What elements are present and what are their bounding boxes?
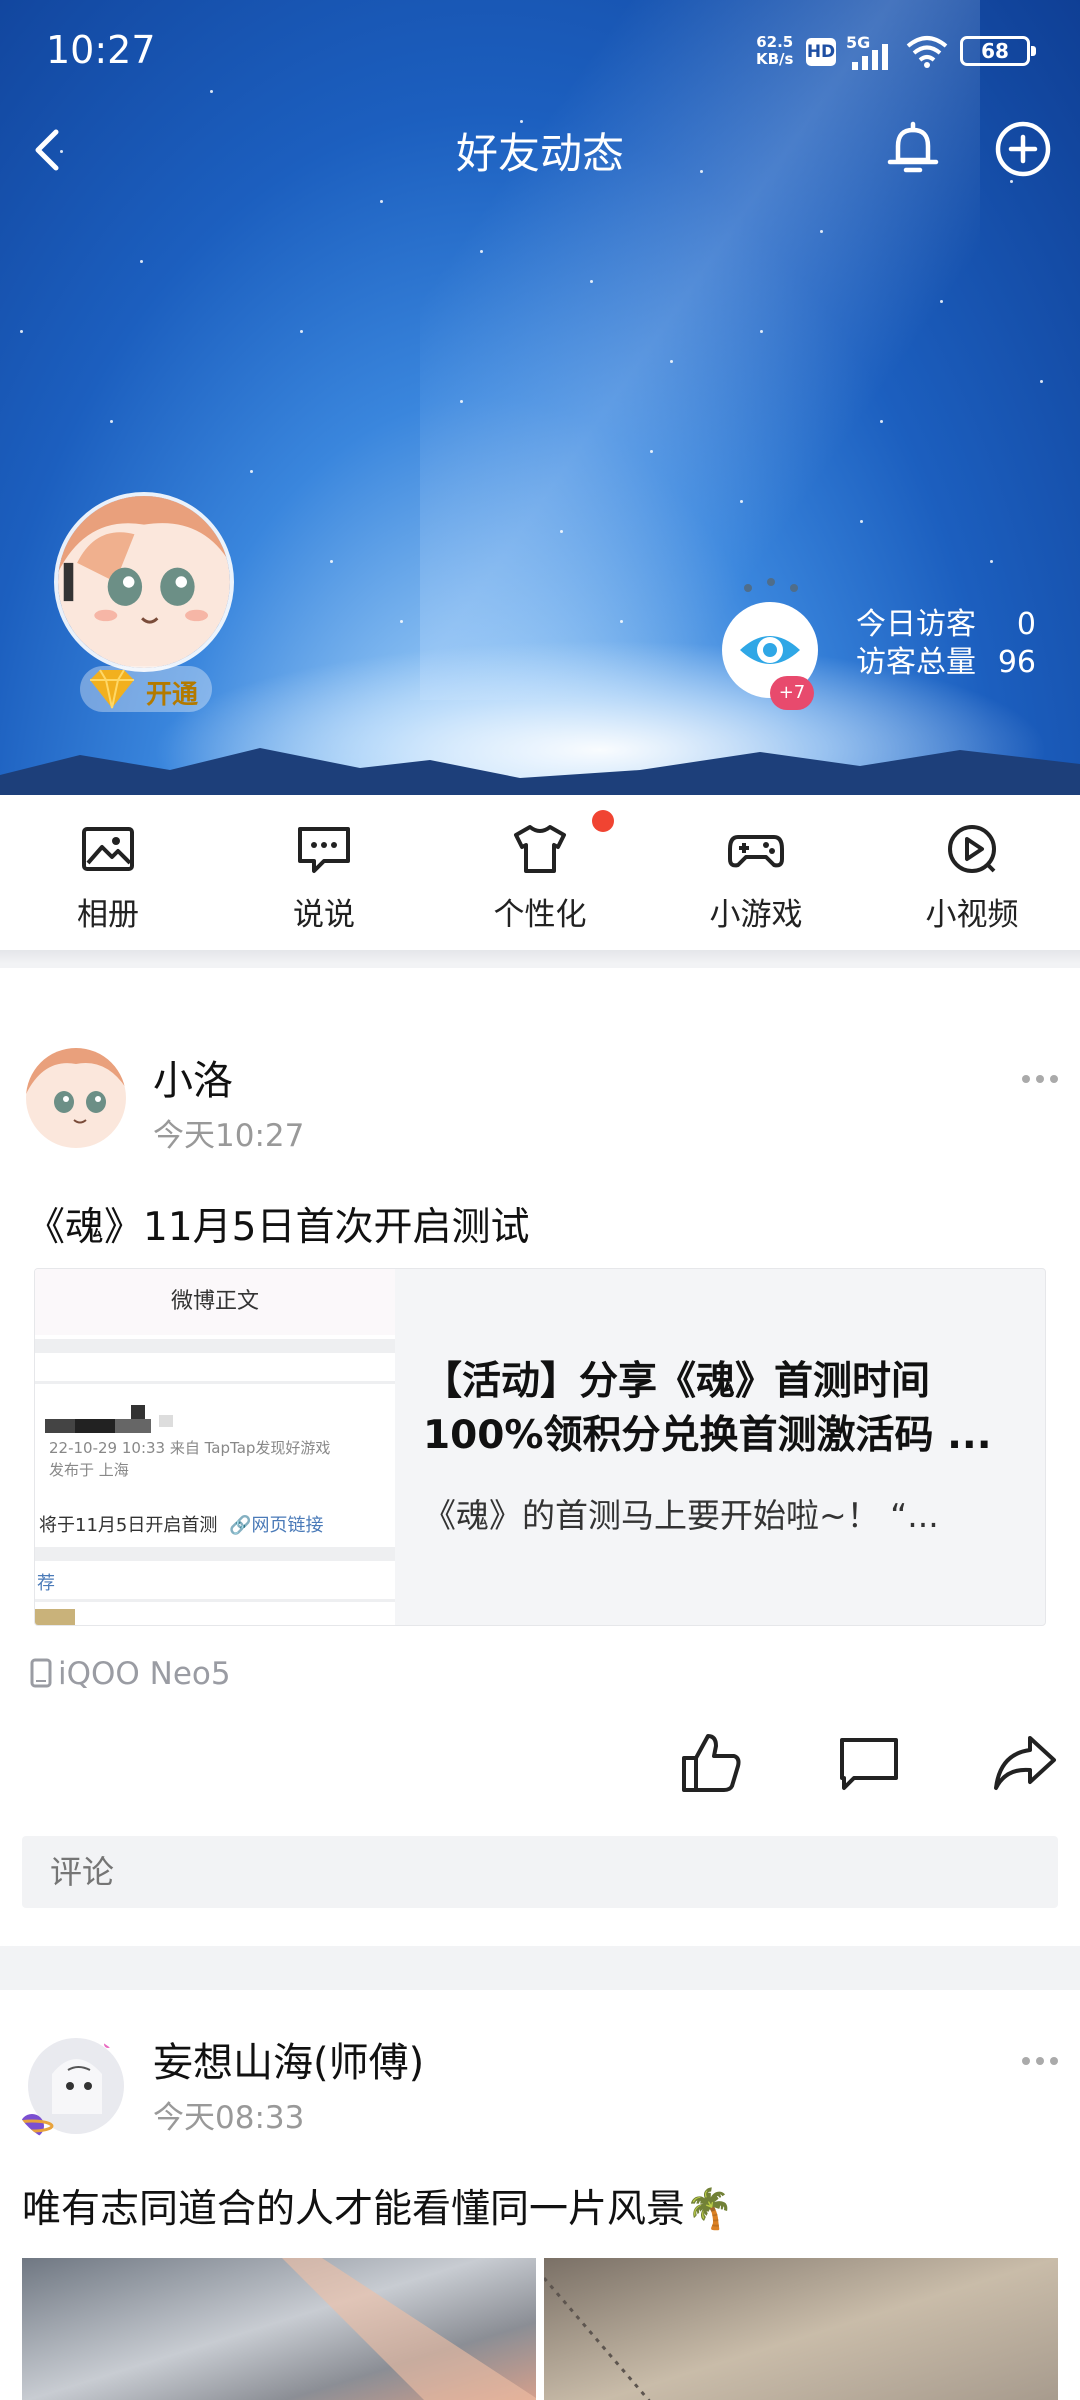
status-time: 10:27	[46, 28, 156, 72]
diamond-icon	[90, 669, 134, 709]
link-chain-icon: 🔗	[229, 1515, 252, 1536]
status-bar: 10:27 62.5 KB/s HD 5G 68	[0, 0, 1080, 100]
link-title-line1: 【活动】分享《魂》首测时间	[423, 1359, 931, 1404]
thumb-link-text: 网页链接	[251, 1515, 324, 1536]
thumb-blurred-block	[115, 1419, 151, 1433]
feed-post: 妄想山海(师傅) 今天08:33 唯有志同道合的人才能看懂同一片风景🌴	[0, 1990, 1080, 2400]
today-visitors-value: 0	[1016, 607, 1036, 642]
more-options-icon[interactable]	[1020, 1072, 1060, 1086]
share-icon[interactable]	[990, 1728, 1060, 1798]
link-description: 《魂》的首测马上要开始啦~！ “...	[423, 1496, 939, 1535]
network-type: 5G	[846, 33, 870, 52]
friend-feed-page: 10:27 62.5 KB/s HD 5G 68 好友动态 开通 +7 今日访客…	[0, 0, 1080, 2400]
thumb-meta-line1: 22-10-29 10:33 来自 TapTap发现好游戏	[49, 1439, 331, 1457]
thumb-link-line: 将于11月5日开启首测 🔗网页链接	[39, 1511, 324, 1537]
thumb-divider	[35, 1339, 395, 1353]
thumb-blurred-block	[45, 1419, 75, 1433]
shared-link-card[interactable]: 微博正文 22-10-29 10:33 来自 TapTap发现好游戏 发布于 上…	[34, 1268, 1046, 1626]
plus-circle-icon[interactable]	[990, 116, 1056, 182]
feed-post: 小洛 今天10:27 《魂》11月5日首次开启测试 微博正文 22-10-29 …	[0, 968, 1080, 1946]
menu-label-personalize: 个性化	[493, 897, 587, 933]
tshirt-icon	[514, 825, 566, 873]
thumb-blurred-block	[159, 1415, 173, 1427]
thumb-divider	[35, 1547, 395, 1561]
chat-bubble-icon	[298, 827, 350, 873]
menu-label-games: 小游戏	[709, 897, 803, 933]
video-play-icon	[948, 825, 996, 873]
menu-label-album: 相册	[77, 897, 139, 933]
link-title-line2: 100%领积分兑换首测激活码 ...	[423, 1413, 992, 1458]
post-author-avatar[interactable]	[12, 2034, 130, 2144]
menu-item-games[interactable]: 小游戏	[648, 795, 864, 950]
user-avatar[interactable]	[54, 492, 234, 672]
menu-item-album[interactable]: 相册	[0, 795, 216, 950]
post-author-name[interactable]: 妄想山海(师傅)	[153, 2030, 424, 2088]
thumb-meta-line2: 发布于 上海	[49, 1461, 129, 1479]
network-speed-value: 62.5	[756, 33, 794, 51]
visitor-stats[interactable]: 今日访客 0 访客总量 96	[856, 606, 1036, 682]
post-text: 唯有志同道合的人才能看懂同一片风景🌴	[22, 2187, 734, 2232]
battery-level: 68	[981, 39, 1009, 63]
total-visitors-label: 访客总量	[856, 645, 976, 680]
signal-icon: 5G	[846, 33, 888, 70]
post-time: 今天10:27	[153, 1118, 305, 1154]
mountain-silhouette	[0, 748, 1080, 795]
today-visitors-label: 今日访客	[856, 607, 976, 642]
thumb-blurred-block	[75, 1419, 115, 1433]
comment-icon[interactable]	[834, 1728, 904, 1798]
post-author-name[interactable]: 小洛	[153, 1048, 233, 1106]
post-text: 《魂》11月5日首次开启测试	[26, 1205, 530, 1250]
thumb-divider	[35, 1599, 395, 1602]
personalize-notification-dot	[592, 810, 614, 832]
wifi-icon	[906, 36, 948, 68]
network-speed: 62.5 KB/s	[756, 34, 793, 68]
thumb-header: 微博正文	[35, 1269, 395, 1335]
post-photo[interactable]	[544, 2258, 1058, 2400]
hd-badge: HD	[806, 38, 836, 66]
comment-input[interactable]	[22, 1836, 1058, 1908]
post-photo[interactable]	[22, 2258, 536, 2400]
battery-icon: 68	[960, 36, 1036, 66]
vip-open-badge[interactable]: 开通	[80, 666, 212, 712]
gamepad-icon	[728, 835, 784, 868]
thumb-divider	[35, 1381, 395, 1384]
thumb-blurred-block	[131, 1405, 145, 1419]
device-name: iQOO Neo5	[58, 1656, 231, 1692]
bell-icon[interactable]	[880, 116, 946, 182]
top-nav: 好友动态	[0, 110, 1080, 190]
phone-icon	[30, 1658, 52, 1688]
menu-item-moments[interactable]: 说说	[216, 795, 432, 950]
cover-banner[interactable]: 10:27 62.5 KB/s HD 5G 68 好友动态 开通 +7 今日访客…	[0, 0, 1080, 795]
menu-divider	[0, 950, 1080, 964]
menu-item-personalize[interactable]: 个性化	[432, 795, 648, 950]
post-time: 今天08:33	[153, 2100, 305, 2136]
vip-label: 开通	[146, 680, 199, 710]
menu-item-videos[interactable]: 小视频	[864, 795, 1080, 950]
thumb-link-prefix: 将于11月5日开启首测	[39, 1515, 218, 1536]
thumb-meta: 22-10-29 10:33 来自 TapTap发现好游戏 发布于 上海	[49, 1437, 330, 1481]
visitor-new-count: +7	[770, 676, 814, 710]
total-visitors-value: 96	[997, 645, 1036, 680]
thumb-image-strip	[35, 1609, 75, 1625]
more-options-icon[interactable]	[1020, 2054, 1060, 2068]
post-author-avatar[interactable]	[26, 1048, 126, 1148]
link-title: 【活动】分享《魂》首测时间 100%领积分兑换首测激活码 ...	[423, 1355, 1023, 1463]
post-photo-grid	[22, 2258, 1058, 2400]
menu-label-moments: 说说	[293, 897, 355, 933]
visitor-stars-icon	[744, 578, 798, 592]
menu-label-videos: 小视频	[925, 897, 1019, 933]
like-icon[interactable]	[676, 1728, 746, 1798]
photo-album-icon	[82, 827, 134, 871]
link-thumbnail: 微博正文 22-10-29 10:33 来自 TapTap发现好游戏 发布于 上…	[35, 1269, 395, 1625]
quick-menu: 相册 说说 个性化 小游戏 小视频	[0, 795, 1080, 950]
post-actions	[0, 1728, 1080, 1808]
device-tag: iQOO Neo5	[30, 1656, 231, 1692]
network-speed-unit: KB/s	[756, 50, 794, 68]
thumb-recommend: 荐	[37, 1573, 55, 1594]
